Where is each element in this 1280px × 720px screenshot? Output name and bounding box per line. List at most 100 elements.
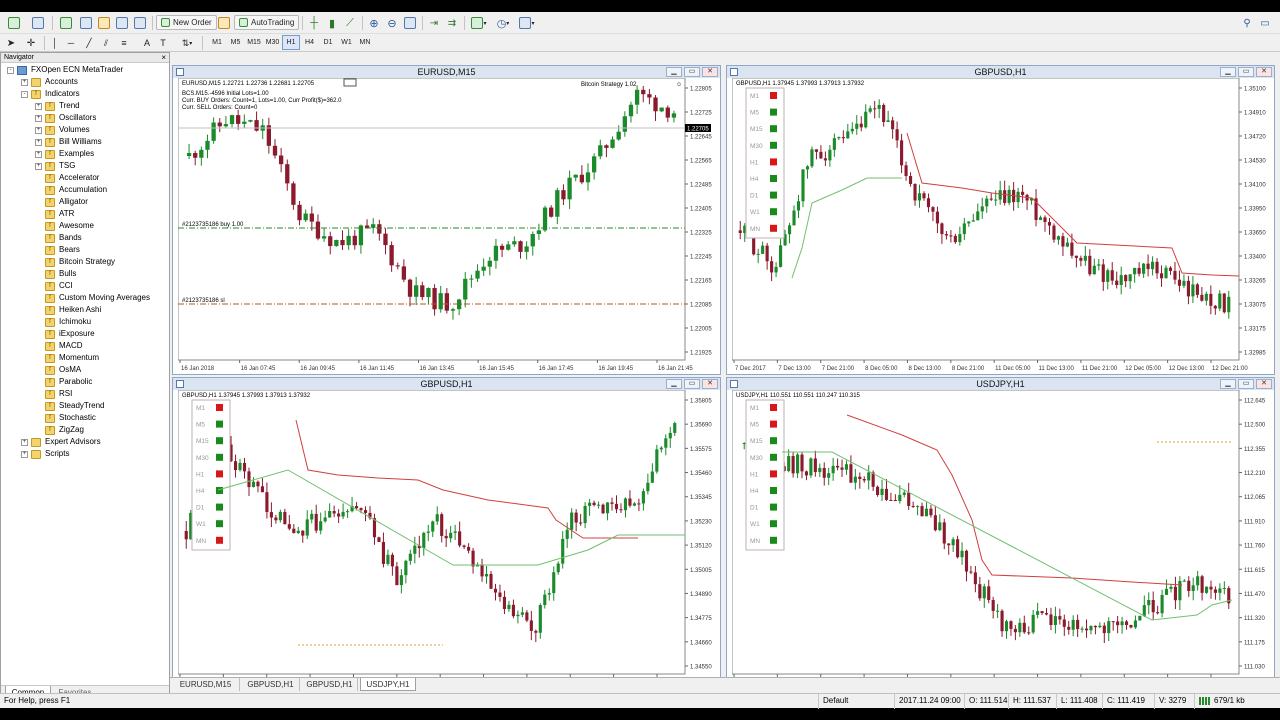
close-button[interactable]: ✕ <box>1256 379 1272 389</box>
search-button[interactable]: ⚲ <box>1240 15 1254 31</box>
navigator-item[interactable]: f RSI <box>35 388 72 400</box>
navigator-item[interactable]: + f Oscillators <box>35 112 96 124</box>
maximize-button[interactable]: ▭ <box>1238 67 1254 77</box>
chart-window[interactable]: GBPUSD,H1 ▁ ▭ ✕ 1.35805 1.35690 1.35575 1.35460… <box>172 377 721 689</box>
maximize-button[interactable]: ▭ <box>684 379 700 389</box>
close-button[interactable]: ✕ <box>1256 67 1272 77</box>
price-chart[interactable]: 1.35100 1.34910 1.34720 1.34530 1.34100 1.339… <box>732 78 1273 373</box>
expand-icon[interactable]: + <box>35 126 42 134</box>
channel-button[interactable]: ⫽ <box>98 35 114 51</box>
navigator-item[interactable]: f Bears <box>35 244 80 256</box>
chart-window-titlebar[interactable]: GBPUSD,H1 ▁ ▭ ✕ <box>727 66 1274 78</box>
navigator-item[interactable]: + f Bill Williams <box>35 136 102 148</box>
bar-chart-button[interactable]: ┼ <box>306 15 322 31</box>
navigator-item[interactable]: f Custom Moving Averages <box>35 292 150 304</box>
arrows-dropdown[interactable]: ⇅ ▾ <box>176 35 198 51</box>
profiles-button[interactable] <box>28 15 48 31</box>
navigator-item[interactable]: + Expert Advisors <box>21 436 101 448</box>
timeframe-h4-button[interactable]: H4 <box>301 35 319 50</box>
strategy-tester-button[interactable] <box>132 15 148 31</box>
price-chart[interactable]: 1.22805 1.22725 1.22645 1.22565 1.22485 1.224… <box>178 78 719 373</box>
timeframe-h1-button[interactable]: H1 <box>282 35 300 50</box>
navigator-item[interactable]: f Bulls <box>35 268 76 280</box>
text-button[interactable]: A <box>140 35 154 51</box>
timeframe-m30-button[interactable]: M30 <box>264 35 282 50</box>
chart-tab[interactable]: GBPUSD,H1 <box>302 678 358 691</box>
horizontal-line-button[interactable]: ─ <box>64 35 78 51</box>
navigator-item[interactable]: - FXOpen ECN MetaTrader <box>7 64 123 76</box>
chart-window-titlebar[interactable]: GBPUSD,H1 ▁ ▭ ✕ <box>173 378 720 390</box>
chart-tab[interactable]: EURUSD,M15 <box>172 678 240 691</box>
crosshair-button[interactable]: ✛ <box>22 35 40 51</box>
expand-icon[interactable]: + <box>35 114 42 122</box>
minimize-button[interactable]: ▁ <box>1220 67 1236 77</box>
navigator-close-button[interactable]: × <box>161 53 166 63</box>
price-chart[interactable]: 112.645 112.500 112.355 112.210 112.065 111.9… <box>732 390 1273 687</box>
timeframe-m1-button[interactable]: M1 <box>208 35 226 50</box>
collapse-icon[interactable]: - <box>21 90 28 98</box>
navigator-item[interactable]: f Alligator <box>35 196 88 208</box>
trendline-button[interactable]: ╱ <box>82 35 96 51</box>
new-chart-button[interactable] <box>4 15 24 31</box>
navigator-item[interactable]: + f Volumes <box>35 124 90 136</box>
expand-icon[interactable]: + <box>35 102 42 110</box>
navigator-item[interactable]: f Bitcoin Strategy <box>35 256 115 268</box>
minimize-button[interactable]: ▁ <box>1220 379 1236 389</box>
tile-windows-button[interactable] <box>402 15 418 31</box>
terminal-button[interactable] <box>114 15 130 31</box>
navigator-button[interactable] <box>96 15 112 31</box>
navigator-item[interactable]: f Accumulation <box>35 184 107 196</box>
autotrading-button[interactable]: AutoTrading <box>234 15 300 30</box>
navigator-item[interactable]: f OsMA <box>35 364 81 376</box>
collapse-icon[interactable]: - <box>7 66 14 74</box>
navigator-item[interactable]: f Momentum <box>35 352 99 364</box>
navigator-item[interactable]: f iExposure <box>35 328 95 340</box>
chart-shift-button[interactable]: ⇥ <box>426 15 442 31</box>
maximize-button[interactable]: ▭ <box>684 67 700 77</box>
chat-button[interactable]: ▭ <box>1258 15 1272 31</box>
chart-tab[interactable]: USDJPY,H1 <box>360 678 416 691</box>
vertical-line-button[interactable]: │ <box>48 35 62 51</box>
navigator-item[interactable]: + f TSG <box>35 160 75 172</box>
timeframe-m15-button[interactable]: M15 <box>245 35 263 50</box>
periods-dropdown[interactable]: ◷ ▾ <box>492 15 514 31</box>
navigator-item[interactable]: f Stochastic <box>35 412 96 424</box>
expand-icon[interactable]: + <box>21 438 28 446</box>
expand-icon[interactable]: + <box>21 78 28 86</box>
navigator-item[interactable]: f Ichimoku <box>35 316 91 328</box>
navigator-item[interactable]: f MACD <box>35 340 83 352</box>
timeframe-d1-button[interactable]: D1 <box>319 35 337 50</box>
timeframe-m5-button[interactable]: M5 <box>227 35 245 50</box>
navigator-item[interactable]: f SteadyTrend <box>35 400 105 412</box>
zoom-in-button[interactable]: ⊕ <box>366 15 382 31</box>
navigator-item[interactable]: f Accelerator <box>35 172 99 184</box>
chart-window-titlebar[interactable]: EURUSD,M15 ▁ ▭ ✕ <box>173 66 720 78</box>
navigator-item[interactable]: f ZigZag <box>35 424 84 436</box>
market-watch-button[interactable] <box>58 15 74 31</box>
minimize-button[interactable]: ▁ <box>666 67 682 77</box>
expand-icon[interactable]: + <box>21 450 28 458</box>
navigator-item[interactable]: + f Trend <box>35 100 80 112</box>
timeframe-mn-button[interactable]: MN <box>356 35 374 50</box>
chart-window[interactable]: EURUSD,M15 ▁ ▭ ✕ 1.22805 1.22725 1.22645 1.2256… <box>172 65 721 375</box>
zoom-out-button[interactable]: ⊖ <box>384 15 400 31</box>
navigator-item[interactable]: f Parabolic <box>35 376 92 388</box>
chart-window-titlebar[interactable]: USDJPY,H1 ▁ ▭ ✕ <box>727 378 1274 390</box>
navigator-item[interactable]: + Accounts <box>21 76 78 88</box>
data-window-button[interactable] <box>78 15 94 31</box>
timeframe-w1-button[interactable]: W1 <box>338 35 356 50</box>
indicators-dropdown[interactable]: ▾ <box>468 15 490 31</box>
metaeditor-button[interactable] <box>216 15 232 31</box>
label-button[interactable]: T <box>156 35 170 51</box>
cursor-button[interactable]: ➤ <box>4 35 18 51</box>
navigator-item[interactable]: f ATR <box>35 208 74 220</box>
navigator-item[interactable]: f Awesome <box>35 220 94 232</box>
navigator-item[interactable]: f CCI <box>35 280 73 292</box>
candlestick-button[interactable]: ▮ <box>324 15 340 31</box>
status-profile[interactable]: Default <box>818 694 894 709</box>
maximize-button[interactable]: ▭ <box>1238 379 1254 389</box>
fibonacci-button[interactable]: ≡ <box>116 35 132 51</box>
chart-window[interactable]: USDJPY,H1 ▁ ▭ ✕ 112.645 112.500 112.355 112.210… <box>726 377 1275 689</box>
navigator-item[interactable]: f Heiken Ashi <box>35 304 101 316</box>
navigator-item[interactable]: + f Examples <box>35 148 94 160</box>
